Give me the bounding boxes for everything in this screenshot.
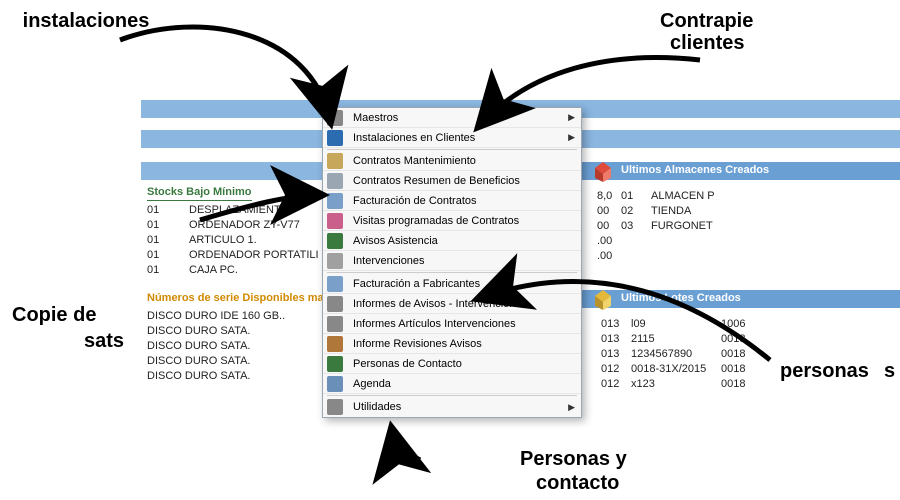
arrow-1 xyxy=(0,0,900,500)
